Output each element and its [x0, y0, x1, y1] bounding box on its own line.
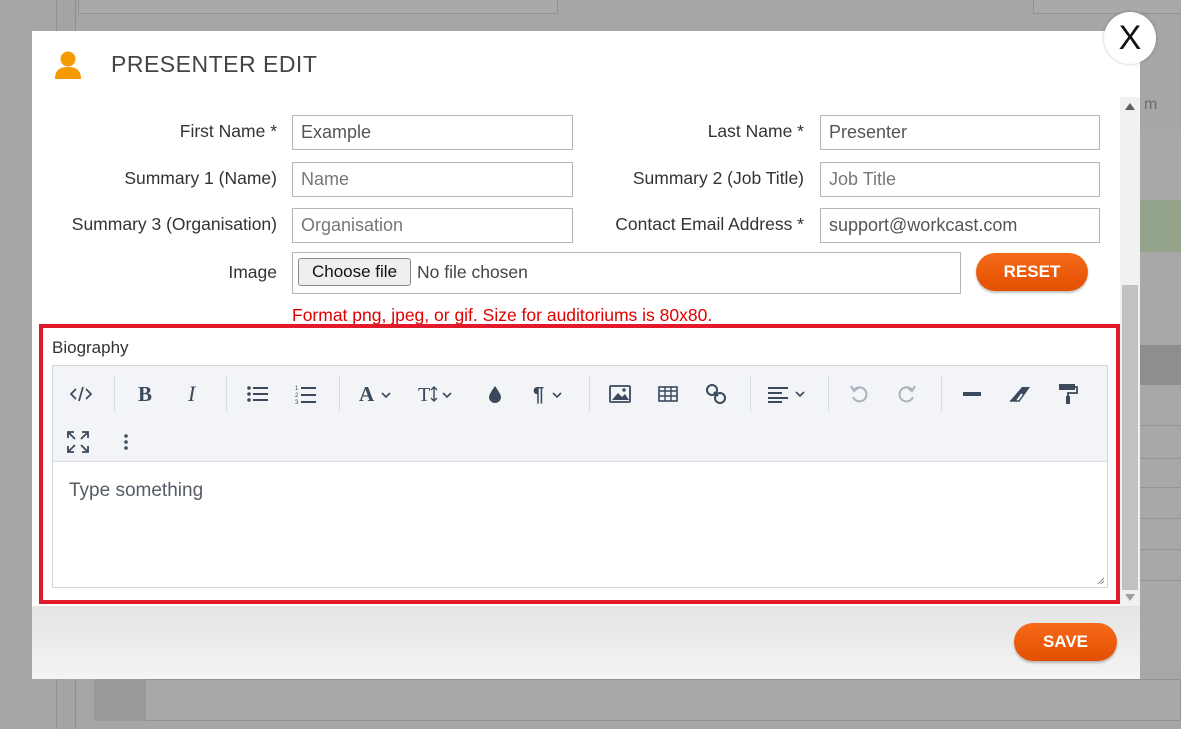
background-panel-right	[1033, 0, 1181, 14]
biography-section: Biography B I 1 2 3 A T ¶ Type something	[39, 324, 1120, 604]
scroll-down-arrow-icon[interactable]	[1125, 594, 1135, 601]
biography-label: Biography	[52, 338, 129, 357]
background-row-divider	[1140, 487, 1181, 488]
biography-placeholder: Type something	[69, 480, 204, 501]
first-name-label: First Name *	[179, 121, 277, 141]
summary3-label: Summary 3 (Organisation)	[71, 214, 277, 234]
svg-text:3: 3	[295, 400, 299, 404]
modal-title: PRESENTER EDIT	[111, 51, 318, 77]
more-options-icon[interactable]	[106, 424, 146, 460]
background-row-divider	[1140, 425, 1181, 426]
person-icon	[55, 51, 81, 79]
last-name-input[interactable]	[820, 115, 1100, 150]
fullscreen-icon[interactable]	[58, 424, 98, 460]
svg-text:¶: ¶	[533, 384, 544, 404]
toolbar-separator	[339, 376, 340, 412]
close-button[interactable]: X	[1104, 12, 1156, 64]
file-status-text: No file chosen	[417, 262, 528, 282]
first-name-input[interactable]	[292, 115, 573, 150]
editor-toolbar: B I 123 A T ¶	[53, 366, 1107, 462]
code-view-icon[interactable]	[61, 376, 101, 412]
toolbar-separator	[114, 376, 115, 412]
background-row-divider	[1140, 580, 1181, 581]
image-label: Image	[228, 262, 277, 282]
bold-icon[interactable]: B	[125, 376, 165, 412]
font-size-icon[interactable]: T	[411, 376, 463, 412]
background-row-divider	[1140, 549, 1181, 550]
reset-button[interactable]: RESET	[976, 253, 1088, 291]
svg-text:T: T	[418, 384, 430, 404]
image-file-input: Choose file No file chosen	[292, 252, 961, 294]
resize-grip-icon[interactable]	[1097, 577, 1105, 585]
background-highlight-row	[1140, 200, 1181, 252]
modal-header: PRESENTER EDIT	[32, 31, 1140, 97]
svg-text:2: 2	[295, 393, 299, 399]
toolbar-separator	[589, 376, 590, 412]
image-format-note: Format png, jpeg, or gif. Size for audit…	[292, 305, 713, 325]
bullet-list-icon[interactable]	[238, 376, 278, 412]
align-icon[interactable]	[761, 376, 817, 412]
biography-text-area[interactable]: Type something	[53, 462, 1107, 587]
background-footer-cell	[94, 679, 146, 721]
modal-footer: SAVE	[32, 606, 1140, 679]
last-name-label: Last Name *	[707, 121, 804, 141]
svg-text:B: B	[138, 384, 152, 404]
svg-text:A: A	[359, 384, 375, 404]
toolbar-separator	[941, 376, 942, 412]
contact-email-input[interactable]	[820, 208, 1100, 243]
choose-file-button[interactable]: Choose file	[298, 258, 411, 286]
background-footer-panel	[94, 679, 1181, 721]
toolbar-separator	[750, 376, 751, 412]
form-scrollbar[interactable]	[1120, 97, 1140, 606]
paragraph-style-icon[interactable]: ¶	[523, 376, 575, 412]
toolbar-separator	[226, 376, 227, 412]
contact-email-label: Contact Email Address *	[615, 214, 804, 234]
insert-table-icon[interactable]	[648, 376, 688, 412]
background-row-divider	[1140, 518, 1181, 519]
redo-icon[interactable]	[887, 376, 927, 412]
clear-format-icon[interactable]	[1000, 376, 1040, 412]
summary2-input[interactable]	[820, 162, 1100, 197]
insert-image-icon[interactable]	[600, 376, 640, 412]
summary3-input[interactable]	[292, 208, 573, 243]
font-family-icon[interactable]: A	[351, 376, 403, 412]
undo-icon[interactable]	[839, 376, 879, 412]
summary1-label: Summary 1 (Name)	[124, 168, 277, 188]
background-header-row	[1140, 345, 1181, 385]
scrollbar-thumb[interactable]	[1122, 285, 1138, 590]
background-row-divider	[1140, 458, 1181, 459]
svg-text:1: 1	[295, 386, 299, 392]
italic-icon[interactable]: I	[173, 376, 213, 412]
toolbar-separator	[828, 376, 829, 412]
svg-text:I: I	[187, 384, 197, 404]
format-painter-icon[interactable]	[1048, 376, 1088, 412]
summary1-input[interactable]	[292, 162, 573, 197]
numbered-list-icon[interactable]: 123	[286, 376, 326, 412]
scroll-up-arrow-icon[interactable]	[1125, 103, 1135, 110]
horizontal-rule-icon[interactable]	[952, 376, 992, 412]
background-panel	[78, 0, 558, 14]
biography-editor: B I 123 A T ¶ Type something	[52, 365, 1108, 588]
summary2-label: Summary 2 (Job Title)	[632, 168, 804, 188]
save-button[interactable]: SAVE	[1014, 623, 1117, 661]
insert-link-icon[interactable]	[696, 376, 736, 412]
presenter-edit-modal: PRESENTER EDIT First Name * Last Name * …	[32, 31, 1140, 679]
text-color-icon[interactable]	[475, 376, 515, 412]
background-text-fragment: m	[1144, 96, 1158, 113]
